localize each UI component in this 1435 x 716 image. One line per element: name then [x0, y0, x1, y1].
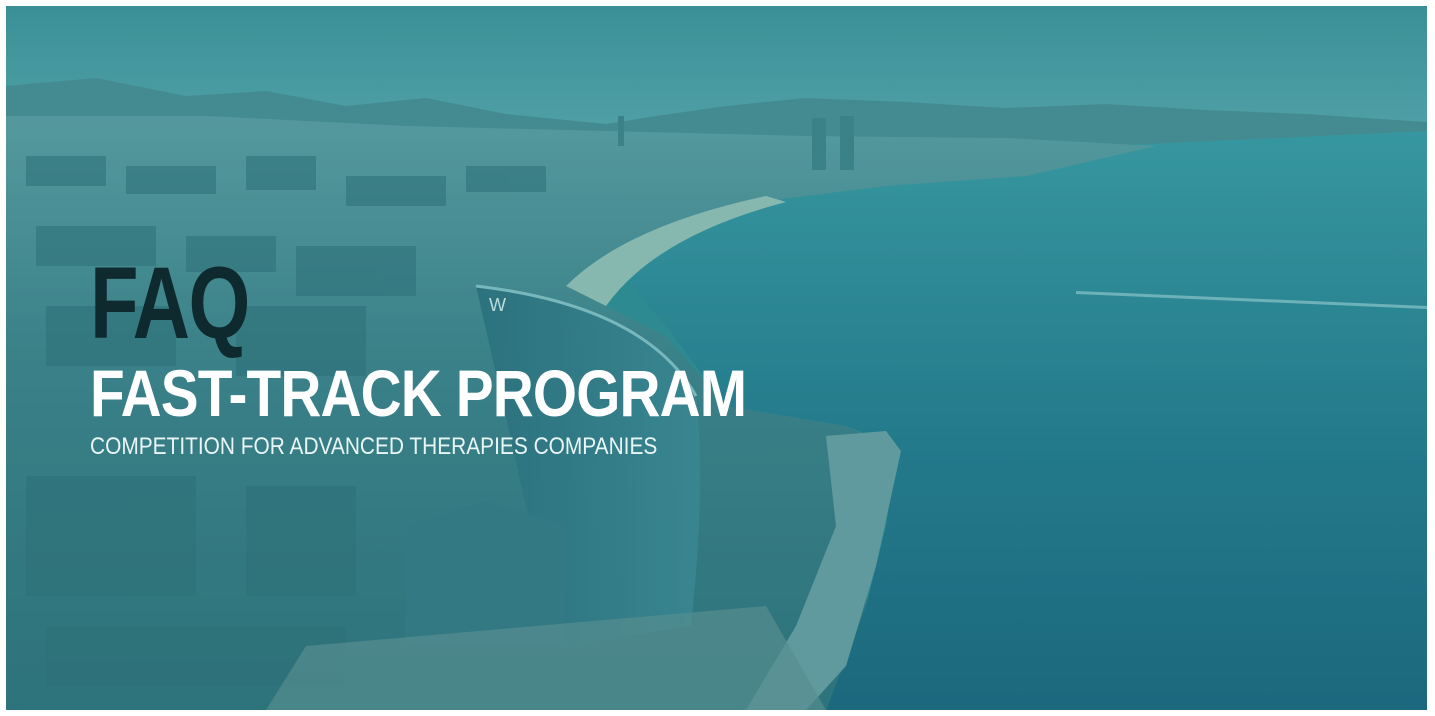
hero-text-block: FAQ FAST-TRACK PROGRAM COMPETITION FOR A… — [90, 252, 790, 460]
program-subtitle: COMPETITION FOR ADVANCED THERAPIES COMPA… — [90, 433, 658, 460]
hero-banner: W FAQ FAST-TRACK PROGRAM COMPETITION FOR… — [6, 6, 1427, 710]
faq-heading: FAQ — [90, 246, 250, 360]
program-title: FAST-TRACK PROGRAM — [90, 356, 747, 430]
